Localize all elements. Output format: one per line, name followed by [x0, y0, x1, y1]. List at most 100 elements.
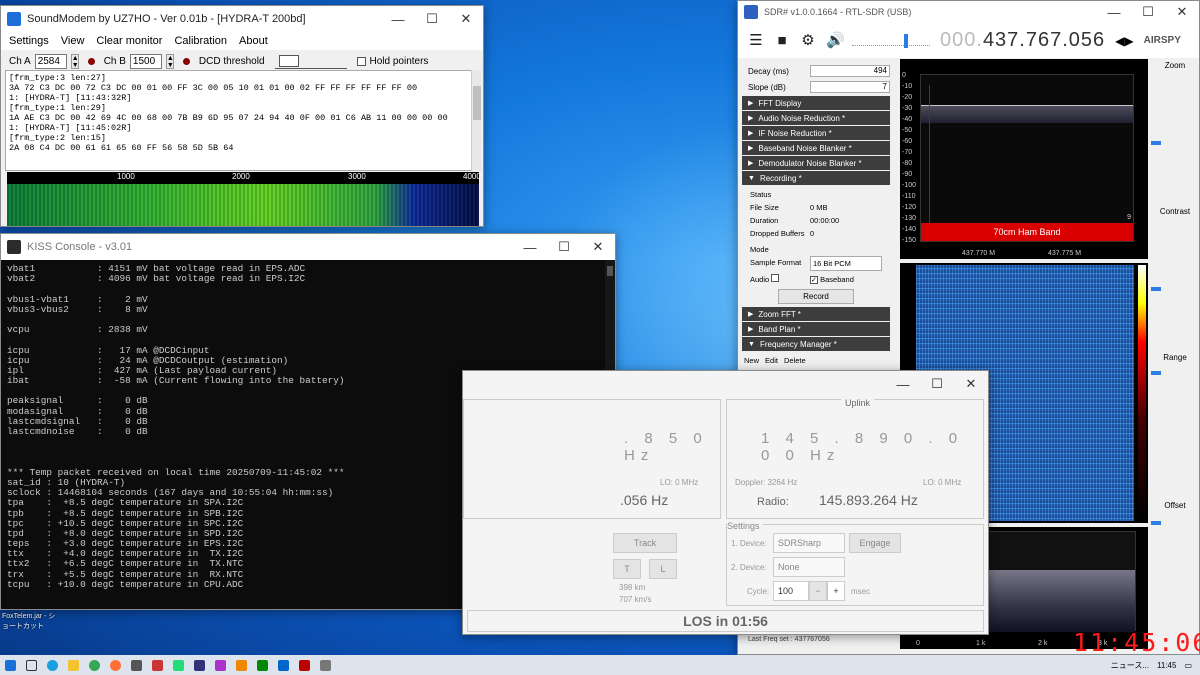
- l-button[interactable]: L: [649, 559, 677, 579]
- menu-calibration[interactable]: Calibration: [174, 35, 227, 47]
- app-icon[interactable]: [131, 659, 142, 671]
- app-icon[interactable]: [173, 659, 184, 671]
- contrast-slider[interactable]: [1151, 287, 1161, 291]
- desktop-shortcut-label[interactable]: FoxTelem.jar - ショートカット: [2, 611, 62, 631]
- section-zoom-fft[interactable]: ▶ Zoom FFT *: [742, 307, 890, 321]
- maximize-icon[interactable]: ☐: [547, 234, 581, 260]
- section-recording[interactable]: ▼ Recording *: [742, 171, 890, 185]
- sdr-title: SDR# v1.0.0.1664 - RTL-SDR (USB): [764, 7, 912, 17]
- slope-input[interactable]: 7: [810, 81, 890, 93]
- cycle-decrement-button[interactable]: −: [809, 581, 827, 601]
- cycle-increment-button[interactable]: +: [827, 581, 845, 601]
- app-icon[interactable]: [215, 659, 226, 671]
- y-tick: -40: [902, 116, 913, 123]
- edge-icon[interactable]: [47, 659, 58, 671]
- section-band-plan[interactable]: ▶ Band Plan *: [742, 322, 890, 336]
- decay-input[interactable]: 494: [810, 65, 890, 77]
- t-button[interactable]: T: [613, 559, 641, 579]
- minimize-icon[interactable]: —: [381, 6, 415, 32]
- stop-icon[interactable]: ■: [774, 32, 790, 49]
- app-icon[interactable]: [278, 659, 289, 671]
- fm-new-button[interactable]: New: [744, 356, 759, 365]
- hold-pointers-checkbox[interactable]: [356, 56, 366, 66]
- fm-delete-button[interactable]: Delete: [784, 356, 806, 365]
- close-icon[interactable]: ✕: [581, 234, 615, 260]
- soundmodem-monitor-log[interactable]: [frm_type:3 len:27] 3A 72 C3 DC 00 72 C3…: [5, 70, 473, 171]
- close-icon[interactable]: ✕: [954, 371, 988, 397]
- menu-icon[interactable]: ☰: [748, 32, 764, 49]
- device2-select[interactable]: None: [773, 557, 845, 577]
- frequency-display[interactable]: 000.437.767.056: [940, 29, 1105, 52]
- downlink-frequency[interactable]: . 8 5 0 Hz: [624, 430, 720, 464]
- section-fft-display[interactable]: ▶ FFT Display: [742, 96, 890, 110]
- sdr-titlebar[interactable]: SDR# v1.0.0.1664 - RTL-SDR (USB) — ☐ ✕: [738, 1, 1199, 23]
- gp-titlebar[interactable]: — ☐ ✕: [463, 371, 988, 397]
- close-icon[interactable]: ✕: [449, 6, 483, 32]
- soundmodem-waterfall[interactable]: [7, 184, 479, 226]
- menu-clear-monitor[interactable]: Clear monitor: [96, 35, 162, 47]
- device1-label: 1. Device:: [731, 539, 767, 548]
- app-icon[interactable]: [152, 659, 163, 671]
- spectrum-analyzer[interactable]: 0 -10 -20 -30 -40 -50 -60 -70 -80 -90 -100 -110 -120…: [900, 59, 1148, 259]
- news-widget[interactable]: ニュース...: [1111, 660, 1149, 671]
- section-if-noise-reduction[interactable]: ▶ IF Noise Reduction *: [742, 126, 890, 140]
- kiss-titlebar[interactable]: KISS Console - v3.01 — ☐ ✕: [1, 234, 615, 260]
- windows-start-icon[interactable]: [5, 659, 16, 671]
- device1-select[interactable]: SDRSharp: [773, 533, 845, 553]
- engage-button[interactable]: Engage: [849, 533, 901, 553]
- record-button[interactable]: Record: [778, 289, 854, 304]
- offset-slider[interactable]: [1151, 521, 1161, 525]
- log-scrollbar[interactable]: [471, 70, 481, 171]
- volume-slider[interactable]: [852, 33, 930, 48]
- chb-input[interactable]: 1500: [129, 53, 162, 69]
- range-slider[interactable]: [1151, 371, 1161, 375]
- sample-format-select[interactable]: 16 Bit PCM: [810, 256, 882, 271]
- close-icon[interactable]: ✕: [1165, 1, 1199, 23]
- app-icon[interactable]: [257, 659, 268, 671]
- menu-settings[interactable]: Settings: [9, 35, 49, 47]
- firefox-icon[interactable]: [110, 659, 121, 671]
- app-icon[interactable]: [194, 659, 205, 671]
- log-line: [frm_type:3 len:27]: [9, 73, 106, 83]
- dcd-threshold-slider[interactable]: [274, 53, 347, 69]
- minimize-icon[interactable]: —: [513, 234, 547, 260]
- tuning-marker[interactable]: [929, 85, 930, 235]
- minimize-icon[interactable]: —: [886, 371, 920, 397]
- fm-edit-button[interactable]: Edit: [765, 356, 778, 365]
- maximize-icon[interactable]: ☐: [1131, 1, 1165, 23]
- track-button[interactable]: Track: [613, 533, 677, 553]
- cha-input[interactable]: 2584: [34, 53, 67, 69]
- chrome-icon[interactable]: [89, 659, 100, 671]
- x-tick: 437.770 M: [962, 250, 996, 257]
- section-baseband-noise-blanker[interactable]: ▶ Baseband Noise Blanker *: [742, 141, 890, 155]
- baseband-checkbox[interactable]: ✓: [810, 276, 818, 284]
- minimize-icon[interactable]: —: [1097, 1, 1131, 23]
- section-frequency-manager[interactable]: ▼ Frequency Manager *: [742, 337, 890, 351]
- section-audio-noise-reduction[interactable]: ▶ Audio Noise Reduction *: [742, 111, 890, 125]
- maximize-icon[interactable]: ☐: [415, 6, 449, 32]
- zoom-slider[interactable]: [1151, 141, 1161, 145]
- notification-icon[interactable]: ▭: [1184, 661, 1192, 670]
- tray-time[interactable]: 11:45: [1157, 661, 1176, 670]
- app-icon[interactable]: [299, 659, 310, 671]
- cha-spinner[interactable]: ▲ ▼: [70, 53, 79, 69]
- radio-controller-window: — ☐ ✕ . 8 5 0 Hz LO: 0 MHz .056 Hz Uplin…: [462, 370, 989, 635]
- task-view-icon[interactable]: [26, 659, 37, 671]
- freq-step-icon[interactable]: ◀▶: [1115, 34, 1133, 48]
- app-icon[interactable]: [320, 659, 331, 671]
- airspy-logo: AIRSPY: [1143, 35, 1181, 46]
- app-icon[interactable]: [236, 659, 247, 671]
- maximize-icon[interactable]: ☐: [920, 371, 954, 397]
- folder-icon[interactable]: [68, 659, 79, 671]
- menu-about[interactable]: About: [239, 35, 268, 47]
- chb-spinner[interactable]: ▲ ▼: [165, 53, 174, 69]
- uplink-frequency[interactable]: 1 4 5 . 8 9 0 . 0 0 0 Hz: [761, 430, 983, 464]
- cycle-input[interactable]: 100: [773, 581, 809, 601]
- desktop-clock-overlay: 11:45:06: [1073, 628, 1200, 655]
- gear-icon[interactable]: ⚙: [800, 32, 816, 49]
- section-demodulator-noise-blanker[interactable]: ▶ Demodulator Noise Blanker *: [742, 156, 890, 170]
- menu-view[interactable]: View: [61, 35, 85, 47]
- audio-checkbox[interactable]: [771, 274, 780, 282]
- speaker-icon[interactable]: 🔊: [826, 32, 845, 49]
- soundmodem-titlebar[interactable]: SoundModem by UZ7HO - Ver 0.01b - [HYDRA…: [1, 6, 483, 32]
